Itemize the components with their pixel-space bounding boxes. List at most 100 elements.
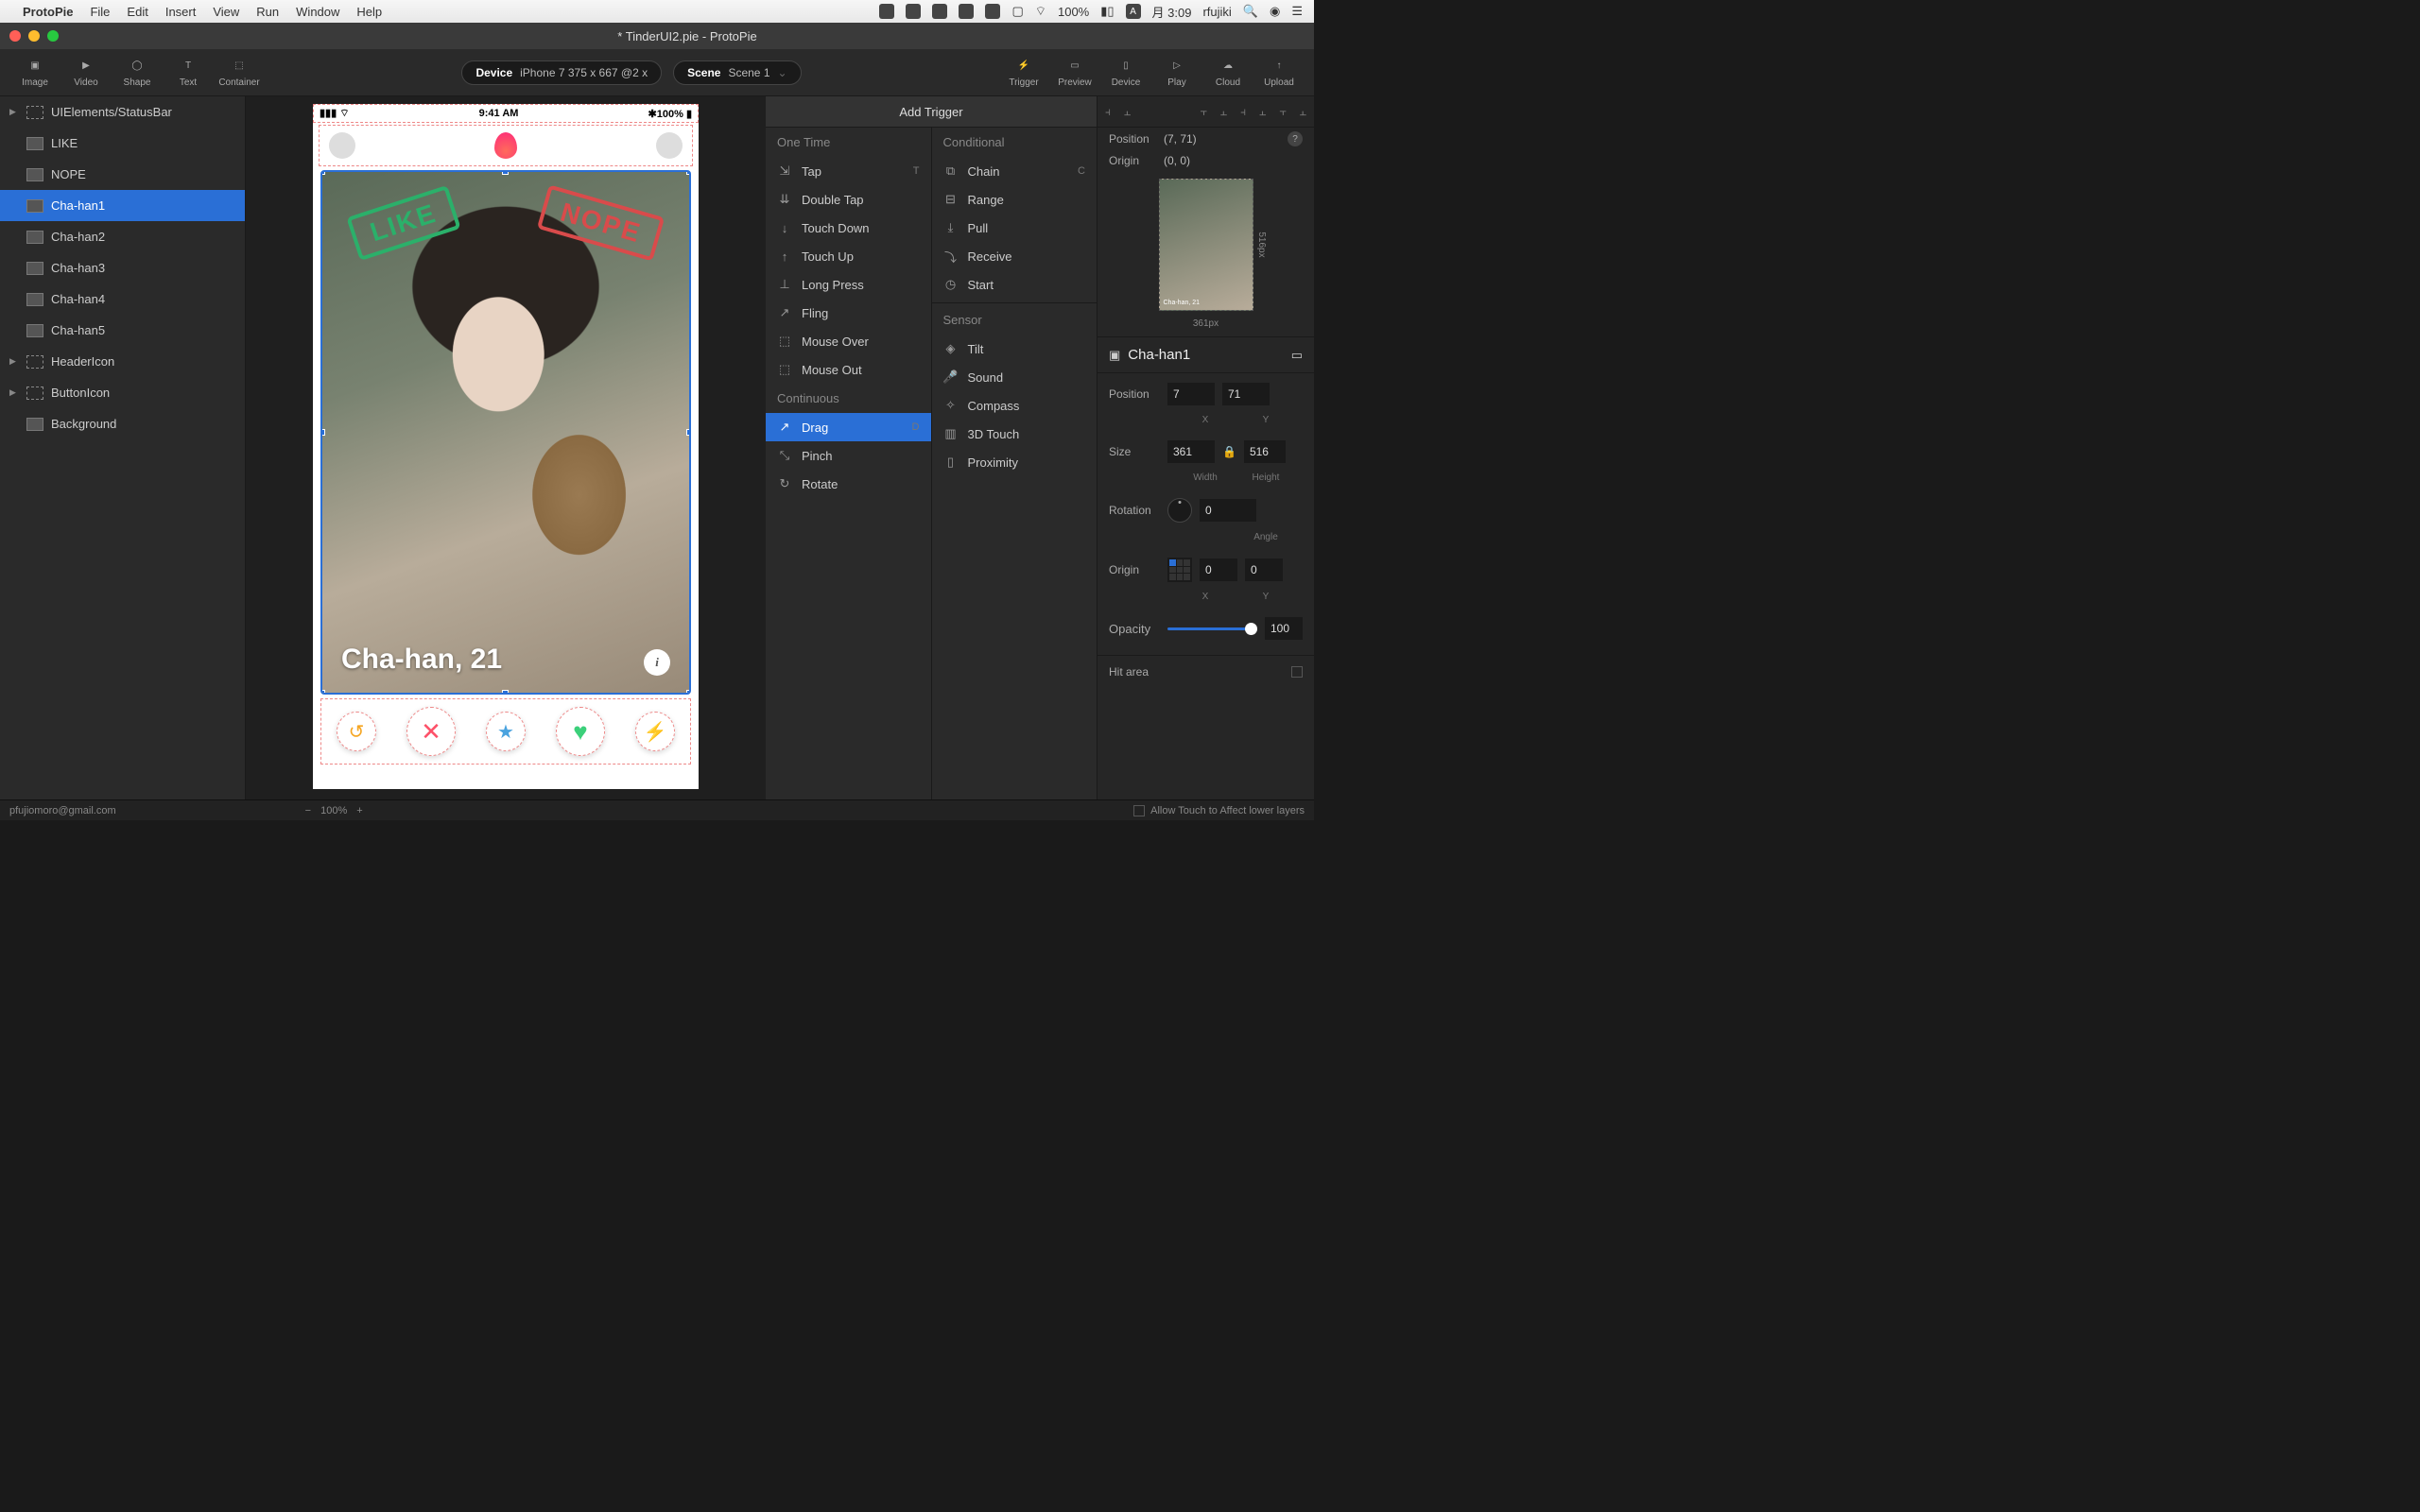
resize-handle[interactable] [320,690,325,695]
menu-edit[interactable]: Edit [127,5,147,19]
layer-item[interactable]: ▶HeaderIcon [0,346,245,377]
user-name[interactable]: rfujiki [1202,5,1231,19]
expand-icon[interactable]: ▶ [9,356,19,367]
align-left-icon[interactable]: ⫞ [1105,105,1111,119]
trigger-touchdown[interactable]: ↓Touch Down [766,214,931,242]
menu-view[interactable]: View [213,5,239,19]
trigger-mouseout[interactable]: ⬚Mouse Out [766,355,931,384]
menu-insert[interactable]: Insert [165,5,197,19]
position-x-input[interactable] [1167,383,1215,405]
clock[interactable]: 月 3:09 [1152,3,1192,21]
align-icon[interactable]: ⫠ [1300,105,1306,119]
opacity-slider[interactable] [1167,627,1257,630]
layer-item[interactable]: Background [0,408,245,439]
align-center-icon[interactable]: ⫠ [1124,105,1131,119]
trigger-compass[interactable]: ✧Compass [932,391,1098,420]
tool-preview[interactable]: ▭Preview [1049,49,1100,96]
align-icon[interactable]: ⫞ [1240,105,1246,119]
resize-handle[interactable] [502,690,509,695]
photo-card-selected[interactable]: LIKE NOPE Cha-han, 21 i [320,170,691,695]
trigger-chain[interactable]: ⧉ChainC [932,157,1098,185]
tool-trigger[interactable]: ⚡Trigger [998,49,1049,96]
layer-item-selected[interactable]: Cha-han1 [0,190,245,221]
origin-x-input[interactable] [1200,558,1237,581]
trigger-mouseover[interactable]: ⬚Mouse Over [766,327,931,355]
layer-item[interactable]: ▶ButtonIcon [0,377,245,408]
layer-item[interactable]: Cha-han4 [0,284,245,315]
slider-thumb[interactable] [1245,623,1257,635]
resize-handle[interactable] [320,429,325,436]
align-icon[interactable]: ⫟ [1279,105,1286,119]
notification-icon[interactable]: ☰ [1291,4,1303,19]
resize-handle[interactable] [686,690,691,695]
trigger-doubletap[interactable]: ⇊Double Tap [766,185,931,214]
size-h-input[interactable] [1244,440,1286,463]
trigger-receive[interactable]: ⤵Receive [932,242,1098,270]
layer-item[interactable]: Cha-han3 [0,252,245,284]
opacity-input[interactable] [1265,617,1303,640]
layer-item[interactable]: LIKE [0,128,245,159]
align-icon[interactable]: ⫠ [1259,105,1266,119]
menu-file[interactable]: File [90,5,110,19]
tool-shape[interactable]: ◯Shape [112,49,163,96]
origin-grid[interactable] [1167,558,1192,582]
trigger-longpress[interactable]: ⊥Long Press [766,270,931,299]
layer-item[interactable]: Cha-han5 [0,315,245,346]
tool-text[interactable]: TText [163,49,214,96]
tray-icon[interactable] [932,4,947,19]
trigger-3dtouch[interactable]: ▥3D Touch [932,420,1098,448]
siri-icon[interactable]: ◉ [1270,4,1280,19]
trigger-tilt[interactable]: ◈Tilt [932,335,1098,363]
resize-handle[interactable] [320,170,325,175]
close-window-button[interactable] [9,30,21,42]
tool-image[interactable]: ▣Image [9,49,60,96]
ime-indicator[interactable]: A [1126,4,1141,19]
zoom-level[interactable]: 100% [320,805,347,816]
position-y-input[interactable] [1222,383,1270,405]
help-icon[interactable]: ? [1288,131,1303,146]
menu-help[interactable]: Help [356,5,382,19]
resize-handle[interactable] [686,429,691,436]
layer-item[interactable]: ▶UIElements/StatusBar [0,96,245,128]
trigger-sound[interactable]: 🎤Sound [932,363,1098,391]
expand-icon[interactable]: ▶ [9,387,19,398]
trigger-pinch[interactable]: ⤡Pinch [766,441,931,470]
resize-handle[interactable] [502,170,509,175]
device-selector[interactable]: DeviceiPhone 7 375 x 667 @2 x [461,60,662,85]
resize-handle[interactable] [686,170,691,175]
zoom-in-button[interactable]: + [356,805,362,816]
align-icon[interactable]: ⫟ [1201,105,1207,119]
layer-item[interactable]: Cha-han2 [0,221,245,252]
trigger-touchup[interactable]: ↑Touch Up [766,242,931,270]
tray-icon[interactable] [985,4,1000,19]
lock-icon[interactable]: 🔒 [1222,445,1236,458]
size-w-input[interactable] [1167,440,1215,463]
airplay-icon[interactable]: ▢ [1011,4,1023,19]
trigger-tap[interactable]: ⇲TapT [766,157,931,185]
tool-upload[interactable]: ↑Upload [1253,49,1305,96]
trigger-range[interactable]: ⊟Range [932,185,1098,214]
layer-item[interactable]: NOPE [0,159,245,190]
canvas[interactable]: ▮▮▮ ⌔ 9:41 AM ✱100% ▮ LIKE NOPE Cha-han,… [246,96,766,799]
expand-icon[interactable]: ▶ [9,107,19,117]
rotation-input[interactable] [1200,499,1256,522]
spotlight-icon[interactable]: 🔍 [1243,4,1258,19]
menu-window[interactable]: Window [296,5,339,19]
origin-y-input[interactable] [1245,558,1283,581]
tool-device[interactable]: ▯Device [1100,49,1151,96]
tool-cloud[interactable]: ☁Cloud [1202,49,1253,96]
wifi-icon[interactable]: ⌔ [1035,4,1046,19]
zoom-out-button[interactable]: − [305,805,311,816]
tray-icon[interactable] [959,4,974,19]
tray-icon[interactable] [906,4,921,19]
menu-run[interactable]: Run [256,5,279,19]
allow-touch-checkbox[interactable] [1133,805,1145,816]
folder-icon[interactable]: ▭ [1291,348,1303,363]
tool-container[interactable]: ⬚Container [214,49,265,96]
battery-icon[interactable]: ▮▯ [1100,4,1114,19]
scene-selector[interactable]: SceneScene 1⌄ [673,60,801,85]
tool-play[interactable]: ▷Play [1151,49,1202,96]
trigger-start[interactable]: ◷Start [932,270,1098,299]
hitarea-swatch[interactable] [1291,666,1303,678]
align-icon[interactable]: ⫠ [1220,105,1227,119]
